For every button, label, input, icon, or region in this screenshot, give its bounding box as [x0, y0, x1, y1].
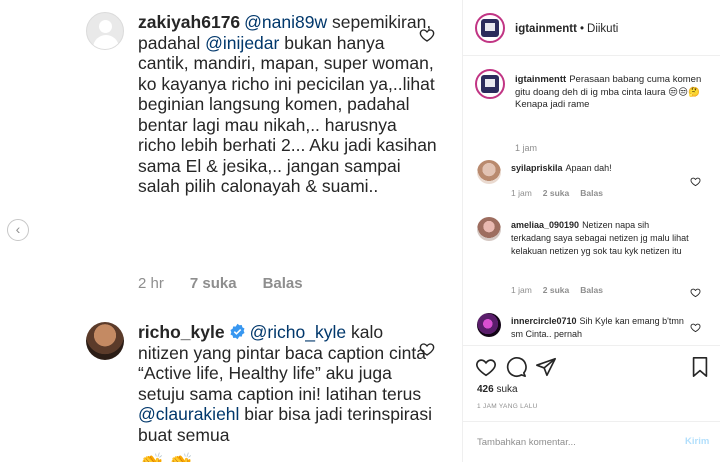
comment-text: innercircle0710 Sih Kyle kan emang b'tmn … [511, 315, 691, 341]
mention-link[interactable]: @claurakiehl [138, 404, 239, 424]
avatar[interactable] [477, 217, 501, 241]
post-time: 1 JAM YANG LALU [477, 403, 538, 410]
comment-text-segment: bukan hanya cantik, mandiri, mapan, supe… [138, 32, 437, 197]
reply-button[interactable]: Balas [580, 188, 603, 198]
avatar[interactable] [477, 313, 501, 337]
caption-avatar[interactable] [475, 69, 505, 99]
comment-text: @nani89w sepemikiran, padahal @inijedar … [138, 12, 437, 196]
comment-text: ameliaa_090190 Netizen napa sih terkadang… [511, 219, 691, 258]
comment-likes[interactable]: 2 suka [543, 188, 569, 198]
comment-username[interactable]: ameliaa_090190 [511, 220, 579, 230]
account-username[interactable]: igtainmentt [515, 23, 577, 35]
verified-badge-icon [230, 323, 245, 340]
mention-link[interactable]: @inijedar [205, 33, 279, 53]
caption-username[interactable]: igtainmentt [515, 74, 566, 85]
add-comment-bar: Kirim [463, 421, 720, 462]
comment-body: richo_kyle @richo_kyle kalo nitizen yang … [138, 322, 438, 445]
caption-time: 1 jam [515, 143, 538, 153]
comment-likes[interactable]: 7 suka [190, 275, 237, 292]
likes-count[interactable]: 426 suka [477, 384, 518, 395]
account-avatar[interactable] [475, 13, 505, 43]
likes-number: 426 [477, 384, 494, 395]
caption-text: igtainmentt Perasaan babang cuma komen gi… [515, 74, 711, 112]
heart-icon[interactable] [690, 176, 701, 187]
comment-meta: 1 jam 2 suka Balas [511, 285, 614, 295]
post-header: igtainmentt • Diikuti [463, 0, 720, 56]
comment-time: 1 jam [511, 285, 532, 295]
comment-body: zakiyah6176 @nani89w sepemikiran, padahal… [138, 12, 438, 197]
bookmark-icon[interactable] [689, 356, 711, 378]
zoomed-comments-panel: ‹ zakiyah6176 @nani89w sepemikiran, padah… [0, 0, 462, 462]
comment-meta: 2 hr 7 suka Balas [138, 275, 329, 292]
add-comment-input[interactable] [477, 434, 667, 450]
heart-icon[interactable] [690, 322, 701, 333]
post-actions: 426 suka 1 JAM YANG LALU [463, 345, 720, 421]
heart-icon[interactable] [419, 27, 435, 43]
comment-body: Apaan dah! [565, 163, 612, 173]
comment-icon[interactable] [505, 356, 527, 378]
previous-arrow-icon[interactable]: ‹ [7, 219, 29, 241]
separator-dot: • [579, 23, 585, 35]
instagram-screenshot: ‹ zakiyah6176 @nani89w sepemikiran, padah… [0, 0, 720, 462]
comment-meta: 1 jam 2 suka Balas [511, 188, 614, 198]
follow-status[interactable]: Diikuti [587, 23, 618, 35]
mention-link[interactable]: @richo_kyle [250, 322, 347, 342]
comment-text: syilapriskila Apaan dah! [511, 162, 691, 175]
comment-time: 2 hr [138, 275, 164, 292]
comment-username[interactable]: syilapriskila [511, 163, 563, 173]
reply-button[interactable]: Balas [580, 285, 603, 295]
comment-username[interactable]: innercircle0710 [511, 316, 577, 326]
comments-list[interactable]: igtainmentt Perasaan babang cuma komen gi… [463, 57, 720, 345]
clap-emoji: 👏👏 [138, 452, 197, 462]
comment-username[interactable]: richo_kyle [138, 322, 225, 342]
heart-icon[interactable] [475, 356, 497, 378]
mention-link[interactable]: @nani89w [244, 12, 327, 32]
avatar[interactable] [86, 322, 124, 360]
comment-time: 1 jam [511, 188, 532, 198]
comment-likes[interactable]: 2 suka [543, 285, 569, 295]
account-line: igtainmentt • Diikuti [515, 23, 618, 35]
avatar[interactable] [86, 12, 124, 50]
heart-icon[interactable] [690, 287, 701, 298]
share-icon[interactable] [535, 356, 557, 378]
post-panel: igtainmentt • Diikuti igtainmentt Perasaan … [462, 0, 720, 462]
comment-username[interactable]: zakiyah6176 [138, 12, 240, 32]
avatar[interactable] [477, 160, 501, 184]
likes-label: suka [496, 384, 518, 395]
reply-button[interactable]: Balas [263, 275, 303, 292]
heart-icon[interactable] [419, 341, 435, 357]
post-comment-button[interactable]: Kirim [685, 436, 709, 447]
caption-line2: Kenapa jadi rame [515, 99, 590, 110]
